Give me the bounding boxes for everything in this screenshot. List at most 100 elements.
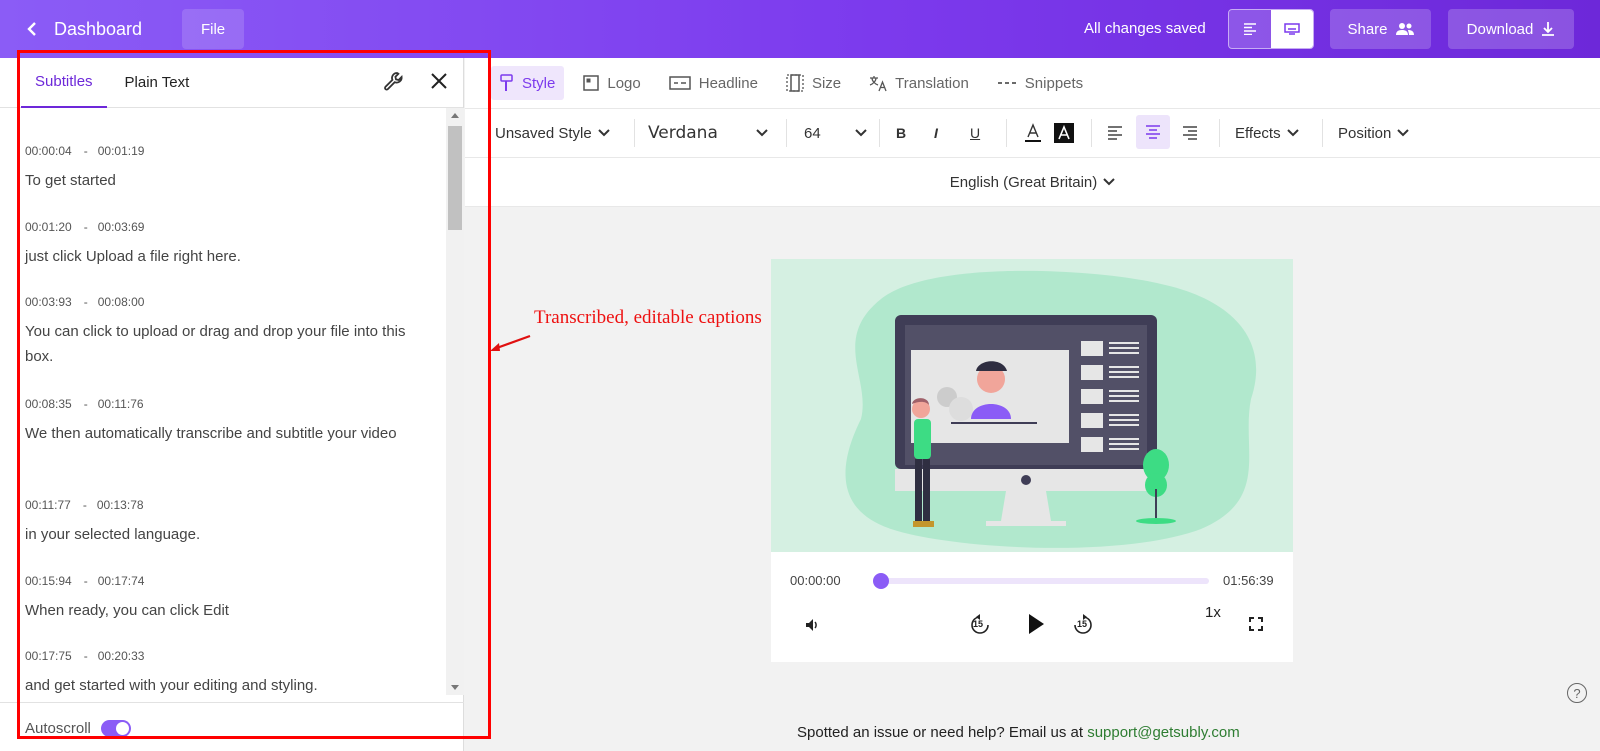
tab-plain-text[interactable]: Plain Text xyxy=(111,58,204,108)
style-preset-dropdown[interactable]: Unsaved Style xyxy=(495,109,610,157)
close-icon[interactable] xyxy=(429,71,449,91)
share-button[interactable]: Share xyxy=(1330,9,1431,49)
scroll-down-icon[interactable] xyxy=(451,685,459,690)
font-size-dropdown[interactable]: 64 xyxy=(804,109,867,157)
position-dropdown[interactable]: Position xyxy=(1338,109,1410,157)
fullscreen-icon[interactable] xyxy=(1249,617,1263,631)
support-email-link[interactable]: support@getsubly.com xyxy=(1087,724,1240,741)
caption-end[interactable]: 00:03:69 xyxy=(98,220,145,234)
underline-button[interactable]: U xyxy=(970,109,980,157)
italic-button[interactable]: I xyxy=(934,109,938,157)
time-separator: - xyxy=(83,295,88,309)
caption-text[interactable]: To get started xyxy=(25,168,415,193)
align-left-button[interactable] xyxy=(1107,109,1123,157)
size-icon xyxy=(786,74,804,92)
caption-start[interactable]: 00:01:20 xyxy=(25,220,72,234)
divider xyxy=(1006,119,1007,147)
caption-start[interactable]: 00:15:94 xyxy=(25,574,72,588)
caption-item[interactable]: 00:08:35-00:11:76 We then automatically … xyxy=(25,397,415,446)
caption-item[interactable]: 00:03:93-00:08:00 You can click to uploa… xyxy=(25,295,415,369)
forward-seconds: 15 xyxy=(1077,619,1088,629)
align-right-button[interactable] xyxy=(1182,109,1198,157)
caption-start[interactable]: 00:08:35 xyxy=(25,397,72,411)
align-right-icon xyxy=(1183,126,1197,140)
duration: 01:56:39 xyxy=(1223,573,1274,588)
caption-start[interactable]: 00:00:04 xyxy=(25,144,72,158)
tab-logo-label: Logo xyxy=(607,74,641,92)
caption-start[interactable]: 00:03:93 xyxy=(25,295,72,309)
file-menu-button[interactable]: File xyxy=(182,9,245,49)
caption-text[interactable]: just click Upload a file right here. xyxy=(25,244,415,269)
forward-15-button[interactable]: 15 xyxy=(1072,614,1094,636)
volume-icon[interactable] xyxy=(804,617,820,633)
caption-timestamps: 00:03:93-00:08:00 xyxy=(25,295,415,309)
caption-end[interactable]: 00:20:33 xyxy=(98,649,145,663)
tab-style-label: Style xyxy=(522,74,556,92)
video-preview[interactable] xyxy=(771,259,1293,552)
caption-text[interactable]: When ready, you can click Edit xyxy=(25,598,415,623)
font-size-value: 64 xyxy=(804,124,821,142)
list-view-button[interactable] xyxy=(1229,10,1271,48)
help-icon[interactable]: ? xyxy=(1567,683,1587,703)
tab-size-label: Size xyxy=(811,74,842,92)
tab-subtitles[interactable]: Subtitles xyxy=(21,58,107,108)
caption-end[interactable]: 00:11:76 xyxy=(98,397,144,411)
font-family-dropdown[interactable]: Verdana xyxy=(648,109,768,157)
autoscroll-toggle[interactable] xyxy=(101,720,131,737)
caption-text[interactable]: You can click to upload or drag and drop… xyxy=(25,319,415,369)
caption-text[interactable]: and get started with your editing and st… xyxy=(25,673,415,693)
caption-end[interactable]: 00:08:00 xyxy=(98,295,145,309)
text-color-button[interactable] xyxy=(1024,109,1042,157)
annotation-arrow-icon xyxy=(490,334,531,351)
seek-bar[interactable] xyxy=(873,573,1209,589)
caption-end[interactable]: 00:13:78 xyxy=(97,498,144,512)
time-separator: - xyxy=(83,649,88,663)
divider xyxy=(786,119,787,147)
caption-timestamps: 00:08:35-00:11:76 xyxy=(25,397,415,411)
caption-item[interactable]: 00:01:20-00:03:69 just click Upload a fi… xyxy=(25,220,415,269)
tab-translation-label: Translation xyxy=(895,74,969,92)
tab-headline[interactable]: Headline xyxy=(660,66,767,100)
position-label: Position xyxy=(1338,124,1392,142)
effects-label: Effects xyxy=(1235,124,1281,142)
editor-view-button[interactable] xyxy=(1271,10,1313,48)
tab-snippets[interactable]: Snippets xyxy=(988,66,1092,100)
caption-text[interactable]: in your selected language. xyxy=(25,522,415,547)
people-icon xyxy=(1395,23,1414,35)
headline-icon xyxy=(668,76,691,90)
caption-end[interactable]: 00:01:19 xyxy=(98,144,145,158)
background-color-button[interactable] xyxy=(1054,109,1074,157)
rewind-15-button[interactable]: 15 xyxy=(969,614,991,636)
time-separator: - xyxy=(82,498,87,512)
caption-item[interactable]: 00:17:75-00:20:33 and get started with y… xyxy=(25,649,415,693)
play-icon[interactable] xyxy=(1027,613,1045,635)
caption-start[interactable]: 00:17:75 xyxy=(25,649,72,663)
wrench-icon[interactable] xyxy=(383,71,405,93)
divider xyxy=(1322,119,1323,147)
caption-end[interactable]: 00:17:74 xyxy=(98,574,145,588)
scroll-up-icon[interactable] xyxy=(451,113,459,118)
tab-translation[interactable]: Translation xyxy=(860,66,978,100)
caption-item[interactable]: 00:00:04-00:01:19 To get started xyxy=(25,144,415,193)
scroll-thumb[interactable] xyxy=(448,126,462,230)
caption-text[interactable]: We then automatically transcribe and sub… xyxy=(25,421,415,446)
caption-item[interactable]: 00:15:94-00:17:74 When ready, you can cl… xyxy=(25,574,415,623)
footer-text: Spotted an issue or need help? Email us … xyxy=(797,724,1088,741)
tab-size[interactable]: Size xyxy=(777,66,850,100)
tab-logo[interactable]: Logo xyxy=(574,66,649,100)
tab-style[interactable]: Style xyxy=(491,66,565,100)
chevron-down-icon xyxy=(598,129,610,137)
align-center-button[interactable] xyxy=(1136,115,1170,149)
bold-button[interactable]: B xyxy=(896,109,906,157)
caption-item[interactable]: 00:11:77-00:13:78 in your selected langu… xyxy=(25,498,415,547)
playback-speed-button[interactable]: 1x xyxy=(1205,604,1221,621)
caption-scrollbar[interactable] xyxy=(446,108,464,695)
text-color-icon xyxy=(1025,123,1041,142)
caption-start[interactable]: 00:11:77 xyxy=(25,498,71,512)
language-dropdown[interactable]: English (Great Britain) xyxy=(950,174,1116,191)
back-to-dashboard-button[interactable]: Dashboard xyxy=(24,19,142,40)
effects-dropdown[interactable]: Effects xyxy=(1235,109,1299,157)
seek-handle[interactable] xyxy=(873,573,889,589)
download-button[interactable]: Download xyxy=(1448,9,1574,49)
caption-list[interactable]: 00:00:04-00:01:19 To get started 00:01:2… xyxy=(0,108,446,693)
